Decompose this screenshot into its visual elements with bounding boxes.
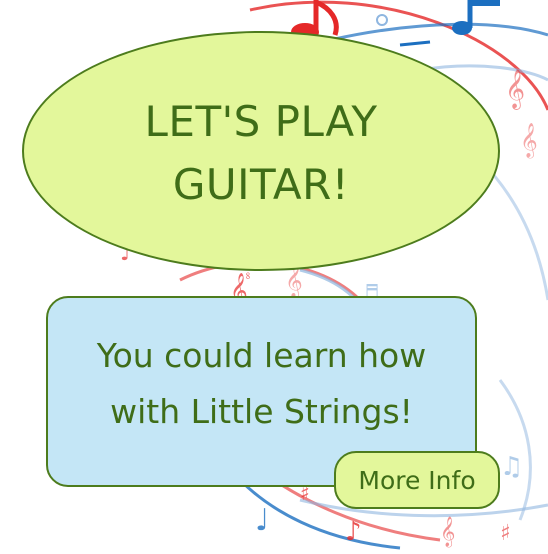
info-text: You could learn how with Little Strings! bbox=[96, 336, 427, 431]
more-info-button[interactable]: More Info bbox=[334, 451, 500, 509]
svg-text:♩: ♩ bbox=[255, 503, 269, 538]
svg-text:♯: ♯ bbox=[500, 521, 511, 546]
svg-text:𝄞: 𝄞 bbox=[520, 123, 538, 159]
title-banner: LET'S PLAY GUITAR! bbox=[22, 31, 500, 271]
landing-screen: 𝄞 𝄞 𝄞 𝄟 ♬ ♫ ♩ ♯ ♯ 𝄞 ♪ ♩ LET'S PLAY GUITA… bbox=[0, 0, 548, 554]
svg-text:𝄞: 𝄞 bbox=[505, 69, 525, 110]
svg-text:𝄞: 𝄞 bbox=[440, 516, 455, 548]
svg-text:♫: ♫ bbox=[500, 452, 523, 482]
more-info-label: More Info bbox=[358, 465, 476, 495]
svg-text:♪: ♪ bbox=[345, 517, 362, 547]
page-title: LET'S PLAY GUITAR! bbox=[144, 97, 378, 209]
